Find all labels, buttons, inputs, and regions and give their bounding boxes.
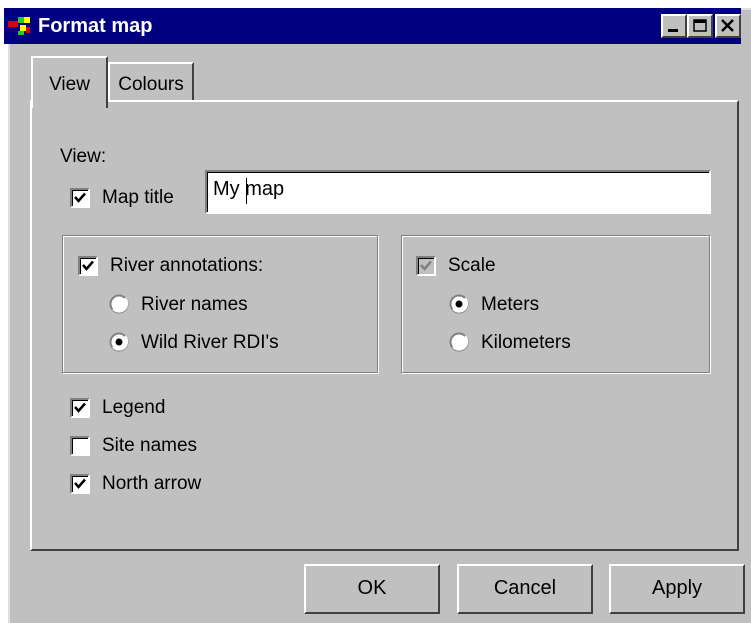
close-icon (721, 19, 734, 32)
river-names-label: River names (141, 294, 248, 315)
minimize-icon (668, 29, 678, 32)
checkmark-icon (74, 402, 86, 413)
scale-checkbox[interactable] (416, 256, 436, 276)
minimize-button[interactable] (661, 14, 687, 38)
site-names-checkbox[interactable] (70, 436, 90, 456)
apply-button[interactable]: Apply (609, 564, 745, 614)
close-button[interactable] (715, 14, 741, 38)
map-title-checkbox[interactable] (70, 188, 90, 208)
text-caret (246, 178, 247, 204)
legend-label: Legend (102, 397, 166, 418)
checkmark-icon (74, 478, 86, 489)
title-bar[interactable]: Format map (4, 8, 741, 44)
wild-river-rdis-label: Wild River RDI's (141, 332, 279, 353)
meters-label: Meters (481, 294, 540, 315)
legend-checkbox[interactable] (70, 398, 90, 418)
river-annotations-label: River annotations: (110, 255, 264, 276)
map-app-icon (8, 17, 30, 35)
scale-label: Scale (448, 255, 496, 276)
river-names-radio[interactable] (109, 294, 129, 314)
wild-river-rdis-radio[interactable] (109, 332, 129, 352)
maximize-icon (693, 19, 707, 32)
checkmark-icon (74, 192, 86, 203)
north-arrow-checkbox[interactable] (70, 474, 90, 494)
cancel-button[interactable]: Cancel (457, 564, 593, 614)
tab-view[interactable]: View (31, 56, 108, 108)
tab-colours[interactable]: Colours (108, 62, 194, 102)
view-section-label: View: (60, 146, 107, 167)
checkmark-icon (82, 260, 94, 271)
ok-button[interactable]: OK (304, 564, 440, 614)
checkmark-icon (420, 260, 432, 271)
map-title-label: Map title (102, 187, 174, 208)
site-names-label: Site names (102, 435, 198, 456)
north-arrow-label: North arrow (102, 473, 202, 494)
maximize-button[interactable] (687, 14, 713, 38)
window-title: Format map (38, 15, 153, 37)
map-title-value: My map (213, 178, 285, 200)
map-title-input[interactable]: My map (205, 170, 711, 214)
river-annotations-checkbox[interactable] (78, 256, 98, 276)
kilometers-label: Kilometers (481, 332, 571, 353)
tab-colours-label: Colours (118, 74, 184, 95)
tab-view-label: View (49, 74, 90, 95)
meters-radio[interactable] (449, 294, 469, 314)
kilometers-radio[interactable] (449, 332, 469, 352)
